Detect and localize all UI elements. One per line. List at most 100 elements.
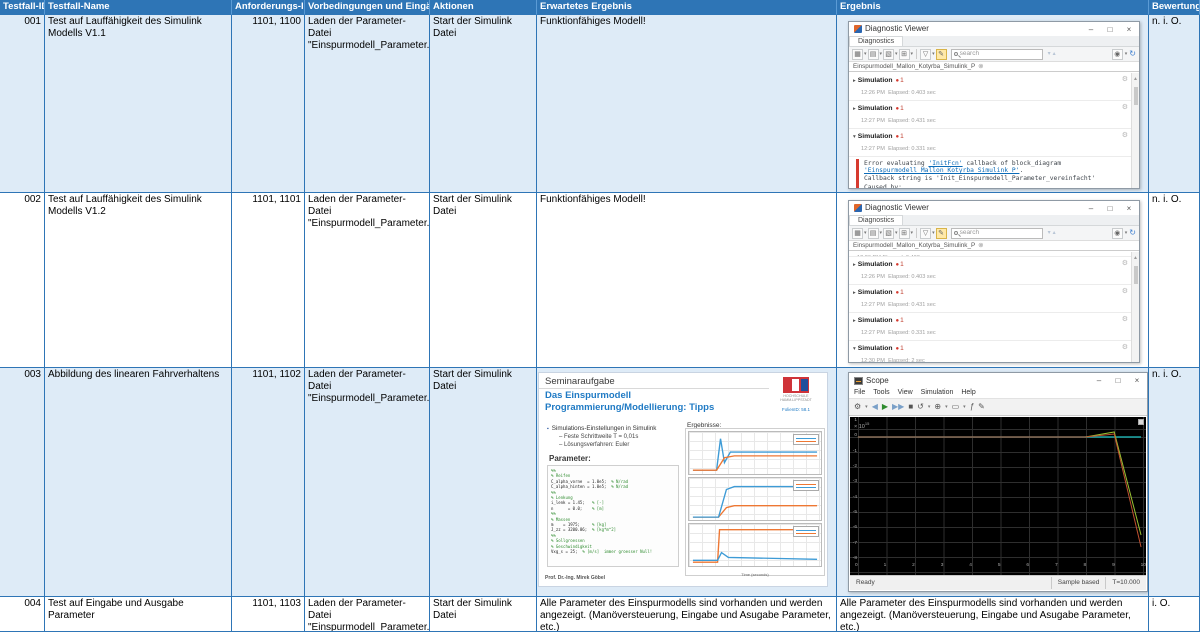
scope-plot[interactable]: × 1015 10-1-2-3-4-5-6-7-8 012345678910 bbox=[850, 417, 1146, 575]
cell-anforderungs-id[interactable]: 1101, 1101 bbox=[232, 193, 305, 368]
copy-icon[interactable]: ▧ bbox=[883, 49, 894, 60]
col-header-anforderungs-id[interactable]: Anforderungs-ID bbox=[232, 0, 305, 15]
gear-icon[interactable]: ⚙ bbox=[1122, 130, 1128, 142]
col-header-aktionen[interactable]: Aktionen bbox=[430, 0, 537, 15]
expand-arrow-icon[interactable]: ▾ bbox=[853, 134, 856, 140]
cell-testfall-id[interactable]: 001 bbox=[0, 15, 45, 193]
layout-icon[interactable]: ▦ bbox=[852, 228, 863, 239]
cell-ergebnis[interactable]: Alle Parameter des Einspurmodells sind v… bbox=[837, 597, 1149, 632]
model-doc-tab[interactable]: Einspurmodell_Mallon_Kotyrba_Simulink_P⊗ bbox=[849, 62, 1139, 72]
maximize-icon[interactable]: □ bbox=[1102, 23, 1118, 36]
col-header-testfall-name[interactable]: Testfall-Name bbox=[45, 0, 232, 15]
search-prev-next-icons[interactable]: ▾▴ bbox=[1048, 48, 1058, 60]
cell-bewertung[interactable]: i. O. bbox=[1149, 597, 1200, 632]
model-link[interactable]: 'Einspurmodell_Mallon_Kotyrba_Simulink_P… bbox=[864, 167, 1019, 174]
scrollbar[interactable]: ▲ bbox=[1131, 252, 1139, 362]
cell-anforderungs-id[interactable]: 1101, 1100 bbox=[232, 15, 305, 193]
search-prev-next-icons[interactable]: ▾▴ bbox=[1048, 227, 1058, 239]
col-header-ergebnis[interactable]: Ergebnis bbox=[837, 0, 1149, 15]
save-icon[interactable]: ▤ bbox=[868, 49, 879, 60]
tab-diagnostics[interactable]: Diagnostics bbox=[849, 215, 903, 225]
cell-vorbedingungen[interactable]: Laden der Parameter-Datei "Einspurmodell… bbox=[305, 368, 430, 597]
minimize-icon[interactable]: – bbox=[1083, 202, 1099, 215]
cell-erwartetes-ergebnis[interactable]: Funktionfähiges Modell! bbox=[537, 15, 837, 193]
initfcn-link[interactable]: 'InitFcn' bbox=[928, 160, 962, 167]
cell-testfall-name[interactable]: Test auf Lauffähigkeit des Simulink Mode… bbox=[45, 15, 232, 193]
measure-icon[interactable]: ƒ bbox=[970, 401, 974, 413]
collapse-arrow-icon[interactable]: ▸ bbox=[853, 106, 856, 112]
simulation-entry-expanded[interactable]: ▾Simulation●1⚙ 12:27 PM Elapsed: 0.331 s… bbox=[849, 129, 1131, 157]
window-titlebar[interactable]: Diagnostic Viewer – □ × bbox=[849, 201, 1139, 215]
window-titlebar[interactable]: Diagnostic Viewer – □ × bbox=[849, 22, 1139, 36]
close-icon[interactable]: × bbox=[1129, 374, 1145, 387]
settings-icon[interactable]: ◉ bbox=[1112, 228, 1123, 239]
cell-aktionen[interactable]: Start der Simulink Datei bbox=[430, 368, 537, 597]
cell-vorbedingungen[interactable]: Laden der Parameter-Datei "Einspurmodell… bbox=[305, 597, 430, 632]
menu-item[interactable]: View bbox=[898, 387, 913, 399]
refresh-icon[interactable]: ↻ bbox=[1129, 48, 1136, 60]
zoom-icon[interactable]: ⊕ bbox=[934, 401, 941, 413]
save-icon[interactable]: ▤ bbox=[868, 228, 879, 239]
cell-anforderungs-id[interactable]: 1101, 1103 bbox=[232, 597, 305, 632]
search-input[interactable]: search bbox=[951, 49, 1043, 60]
simulation-entry[interactable]: ▸Simulation●1⚙ 12:27 PM Elapsed: 0.431 s… bbox=[849, 285, 1131, 313]
menu-item[interactable]: Help bbox=[961, 387, 975, 399]
step-forward-icon[interactable]: ▶▶ bbox=[892, 401, 904, 413]
cell-anforderungs-id[interactable]: 1101, 1102 bbox=[232, 368, 305, 597]
cell-ergebnis[interactable]: Diagnostic Viewer – □ × Diagnostics ▦ ▾ ▤… bbox=[837, 193, 1149, 368]
cell-ergebnis[interactable]: Diagnostic Viewer – □ × Diagnostics ▦ ▾ ▤… bbox=[837, 15, 1149, 193]
doc-tab-close-icon[interactable]: ⊗ bbox=[978, 240, 983, 252]
search-input[interactable]: search bbox=[951, 228, 1043, 239]
cell-testfall-id[interactable]: 004 bbox=[0, 597, 45, 632]
minimize-icon[interactable]: – bbox=[1083, 23, 1099, 36]
window-titlebar[interactable]: Scope – □ × bbox=[849, 373, 1147, 388]
close-icon[interactable]: × bbox=[1121, 23, 1137, 36]
cell-erwartetes-ergebnis[interactable]: Alle Parameter des Einspurmodells sind v… bbox=[537, 597, 837, 632]
maximize-icon[interactable]: □ bbox=[1102, 202, 1118, 215]
annotate-icon[interactable]: ✎ bbox=[978, 401, 985, 413]
gear-icon[interactable]: ⚙ bbox=[1122, 258, 1128, 270]
col-header-testfall-id[interactable]: Testfall-ID bbox=[0, 0, 45, 15]
simulation-entry[interactable]: ▸Simulation●1⚙ 12:26 PM Elapsed: 0.403 s… bbox=[849, 257, 1131, 285]
undo-icon[interactable]: ↺ bbox=[917, 401, 924, 413]
maximize-icon[interactable]: □ bbox=[1110, 374, 1126, 387]
cell-vorbedingungen[interactable]: Laden der Parameter-Datei "Einspurmodell… bbox=[305, 193, 430, 368]
cell-aktionen[interactable]: Start der Simulink Datei bbox=[430, 193, 537, 368]
cell-ergebnis[interactable]: Scope – □ × FileToolsViewSimulationHelp … bbox=[837, 368, 1149, 597]
gear-icon[interactable]: ⚙ bbox=[1122, 74, 1128, 86]
tab-diagnostics[interactable]: Diagnostics bbox=[849, 36, 903, 46]
layout-icon[interactable]: ▦ bbox=[852, 49, 863, 60]
collapse-arrow-icon[interactable]: ▸ bbox=[853, 290, 856, 296]
simulation-entry[interactable]: ▸Simulation●1⚙ 12:27 PM Elapsed: 0.331 s… bbox=[849, 313, 1131, 341]
highlight-icon[interactable]: ✎ bbox=[936, 228, 947, 239]
col-header-erwartetes-ergebnis[interactable]: Erwartetes Ergebnis bbox=[537, 0, 837, 15]
col-header-bewertung[interactable]: Bewertung bbox=[1149, 0, 1200, 15]
cell-aktionen[interactable]: Start der Simulink Datei bbox=[430, 597, 537, 632]
step-back-icon[interactable]: ◀ bbox=[872, 401, 878, 413]
gear-icon[interactable]: ⚙ bbox=[1122, 102, 1128, 114]
cell-bewertung[interactable]: n. i. O. bbox=[1149, 15, 1200, 193]
span-icon[interactable]: ▭ bbox=[952, 401, 960, 413]
menu-item[interactable]: File bbox=[854, 387, 865, 399]
collapse-arrow-icon[interactable]: ▸ bbox=[853, 262, 856, 268]
minimize-icon[interactable]: – bbox=[1091, 374, 1107, 387]
refresh-icon[interactable]: ↻ bbox=[1129, 227, 1136, 239]
collapse-arrow-icon[interactable]: ▸ bbox=[853, 78, 856, 84]
cell-bewertung[interactable]: n. i. O. bbox=[1149, 193, 1200, 368]
scrollbar[interactable]: ▲ bbox=[1131, 73, 1139, 188]
expand-icon[interactable]: ⊞ bbox=[899, 228, 910, 239]
cell-testfall-id[interactable]: 003 bbox=[0, 368, 45, 597]
filter-icon[interactable]: ▽ bbox=[920, 228, 931, 239]
simulation-entry-expanded[interactable]: ▾Simulation●1⚙ 12:30 PM Elapsed: 2 sec bbox=[849, 341, 1131, 362]
cell-vorbedingungen[interactable]: Laden der Parameter-Datei "Einspurmodell… bbox=[305, 15, 430, 193]
settings-gear-icon[interactable]: ⚙ bbox=[854, 401, 861, 413]
highlight-icon[interactable]: ✎ bbox=[936, 49, 947, 60]
cell-testfall-name[interactable]: Test auf Lauffähigkeit des Simulink Mode… bbox=[45, 193, 232, 368]
cell-testfall-name[interactable]: Abbildung des linearen Fahrverhaltens bbox=[45, 368, 232, 597]
expand-icon[interactable]: ⊞ bbox=[899, 49, 910, 60]
gear-icon[interactable]: ⚙ bbox=[1122, 286, 1128, 298]
model-doc-tab[interactable]: Einspurmodell_Mallon_Kotyrba_Simulink_P⊗ bbox=[849, 241, 1139, 251]
close-icon[interactable]: × bbox=[1121, 202, 1137, 215]
menu-item[interactable]: Tools bbox=[873, 387, 889, 399]
expand-arrow-icon[interactable]: ▾ bbox=[853, 346, 856, 352]
